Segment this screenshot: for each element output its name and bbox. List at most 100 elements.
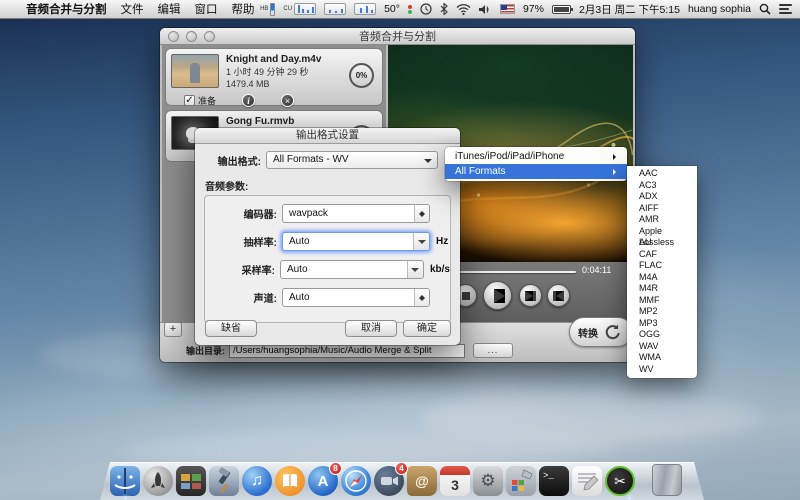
submenu-item-m4a[interactable]: M4A [639,272,697,284]
spotlight-search-icon[interactable] [759,3,771,15]
network-graph-icon[interactable] [324,3,346,15]
memory-monitor-label: HB [260,6,268,12]
volume-icon[interactable] [479,4,492,15]
remove-file-icon[interactable]: × [281,94,294,107]
file-row[interactable]: Knight and Day.m4v 1 小时 49 分钟 29 秒 1479.… [165,48,383,106]
window-title: 音频合并与分割 [160,28,635,44]
bitrate-combo[interactable]: Auto [280,260,424,279]
browse-button[interactable]: ... [473,343,513,358]
dialog-title: 输出格式设置 [195,128,460,144]
temperature-status[interactable]: 50° [384,3,400,15]
dock-textedit-icon[interactable] [572,466,602,496]
output-dir-label: 输出目录: [186,344,225,357]
dock: ♫ A 8 4 @ 3 ⚙ [110,466,635,496]
submenu-item-ogg[interactable]: OGG [639,329,697,341]
submenu-item-m4r[interactable]: M4R [639,283,697,295]
encoder-popup[interactable]: wavpack [282,204,430,223]
menu-help[interactable]: 帮助 [232,1,255,17]
ok-button[interactable]: 确定 [403,320,451,337]
submenu-item-mp2[interactable]: MP2 [639,306,697,318]
file-size: 1479.4 MB [226,78,344,90]
submenu-item-adx[interactable]: ADX [639,191,697,203]
output-format-dialog: 输出格式设置 输出格式: All Formats - WV 音频参数: 编码器:… [195,128,460,345]
previous-button[interactable] [547,284,570,307]
menu-item-all-formats[interactable]: All Formats [445,164,627,179]
ready-label: 准备 [198,94,216,107]
dock-itunes-icon[interactable]: ♫ [242,466,272,496]
menu-item-itunes[interactable]: iTunes/iPod/iPad/iPhone [445,149,627,164]
dock-safari-icon[interactable] [341,466,371,496]
convert-label: 转换 [578,325,598,340]
wifi-icon[interactable] [456,4,471,15]
dock-appstore-icon[interactable]: A 8 [308,466,338,496]
stepper-icon[interactable] [414,289,429,306]
app-menu-title[interactable]: 音频合并与分割 [26,1,107,17]
dock-audio-merge-split-icon[interactable]: ✂ [605,466,635,496]
menu-edit[interactable]: 编辑 [158,1,181,17]
chevron-down-icon[interactable] [413,233,429,250]
default-button[interactable]: 缺省 [205,320,257,337]
clock-icon[interactable] [420,3,432,15]
submenu-item-aac[interactable]: AAC [639,168,697,180]
dock-contacts-icon[interactable]: @ [407,466,437,496]
submenu-item-mmf[interactable]: MMF [639,295,697,307]
stepper-icon[interactable] [414,205,429,222]
submenu-item-wav[interactable]: WAV [639,341,697,353]
submenu-item-wv[interactable]: WV [639,364,697,376]
submenu-item-ac3[interactable]: AC3 [639,180,697,192]
channels-popup[interactable]: Auto [282,288,430,307]
dock-xcode-icon[interactable] [209,466,239,496]
submenu-item-amr[interactable]: AMR [639,214,697,226]
cancel-button[interactable]: 取消 [345,320,397,337]
channels-value: Auto [289,292,310,303]
window-titlebar[interactable]: 音频合并与分割 [160,28,635,45]
clock-datetime[interactable]: 2月3日 周二 下午5:15 [579,2,680,17]
submenu-item-mp3[interactable]: MP3 [639,318,697,330]
next-button[interactable] [519,284,542,307]
play-button[interactable] [483,281,512,310]
cpu-graph-icon[interactable] [294,3,316,15]
info-icon[interactable]: i [242,94,255,107]
chevron-down-icon[interactable] [407,261,423,278]
notification-center-icon[interactable] [779,4,792,14]
submenu-arrow-icon [613,169,619,175]
file-name: Gong Fu.rmvb [226,115,344,128]
dock-remote-desktop-icon[interactable] [506,466,536,496]
dock-system-preferences-icon[interactable]: ⚙ [473,466,503,496]
dock-trash-icon[interactable] [652,464,682,496]
submenu-item-au[interactable]: AU [639,237,697,249]
dock-ibooks-icon[interactable] [275,466,305,496]
memory-monitor-icon[interactable] [270,3,275,16]
menu-file[interactable]: 文件 [121,1,144,17]
submenu-item-wma[interactable]: WMA [639,352,697,364]
encoder-label: 编码器: [205,206,277,221]
dock-facetime-icon[interactable]: 4 [374,466,404,496]
checkbox-check-icon[interactable]: ✓ [184,95,195,106]
status-dots-icon[interactable] [408,4,412,15]
submenu-item-apple-lossless[interactable]: Apple Lossless [639,226,697,238]
battery-percent: 97% [523,3,544,15]
convert-button[interactable]: 转换 [569,317,633,347]
input-language-flag-icon[interactable] [500,4,515,14]
dock-launchpad-icon[interactable] [143,466,173,496]
file-name: Knight and Day.m4v [226,53,344,66]
user-menu[interactable]: huang sophia [688,3,751,15]
ready-checkbox[interactable]: ✓ 准备 [184,94,216,107]
output-format-popup[interactable]: All Formats - WV [266,151,438,169]
progress-badge: 0% [349,63,374,88]
battery-icon[interactable] [552,5,571,14]
submenu-item-flac[interactable]: FLAC [639,260,697,272]
disk-graph-icon[interactable] [354,3,376,15]
menu-window[interactable]: 窗口 [195,1,218,17]
dock-calendar-icon[interactable]: 3 [440,466,470,496]
sample-rate-combo[interactable]: Auto [282,232,430,251]
submenu-item-aiff[interactable]: AIFF [639,203,697,215]
add-file-button[interactable]: + [164,322,182,337]
submenu-item-caf[interactable]: CAF [639,249,697,261]
playback-time: 0:04:11 [582,265,611,275]
dock-terminal-icon[interactable]: >_ [539,466,569,496]
dock-media-manager-icon[interactable] [176,466,206,496]
output-dir-input[interactable] [229,344,465,358]
dock-finder-icon[interactable] [110,466,140,496]
bluetooth-icon[interactable] [440,3,448,15]
